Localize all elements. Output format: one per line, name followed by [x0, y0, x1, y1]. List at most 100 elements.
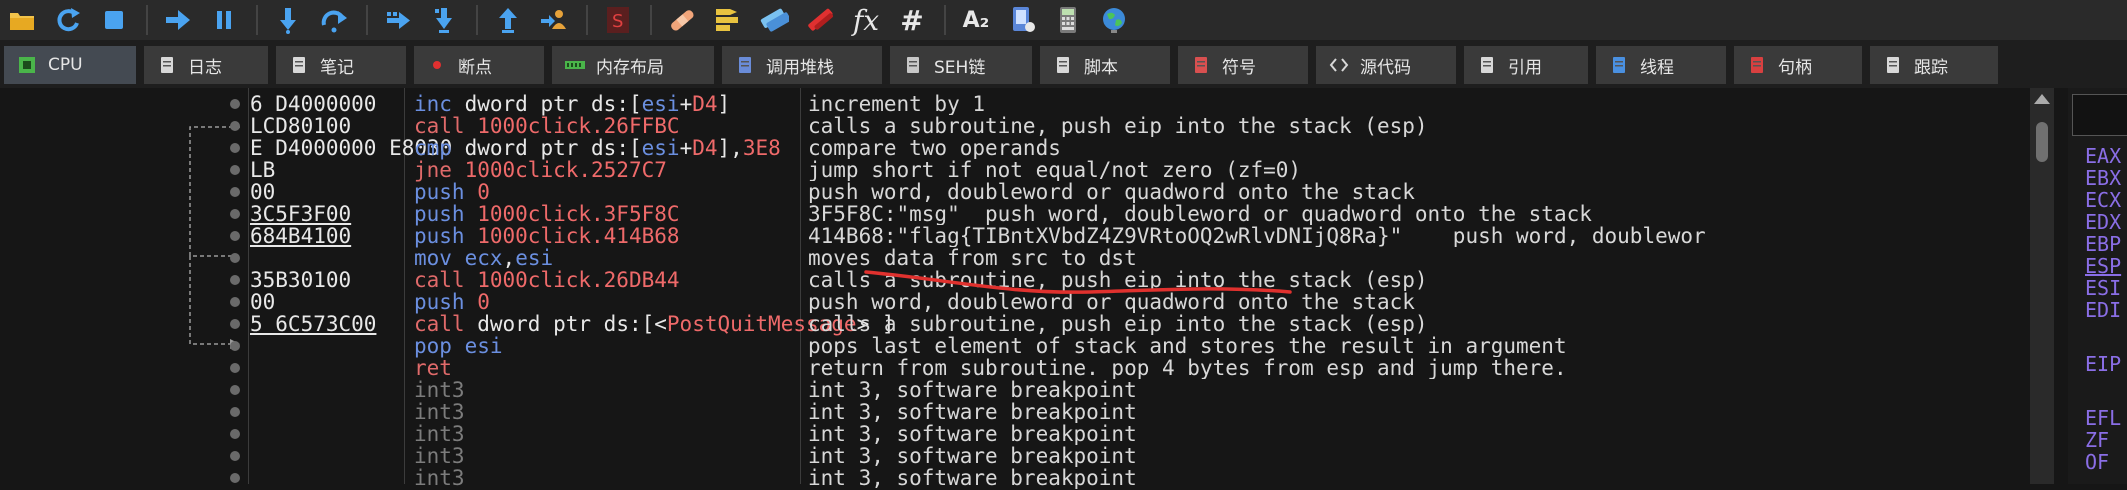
disassembly-row[interactable]: mov ecx,esi — [414, 247, 553, 269]
comment-cell[interactable]: compare two operands — [808, 137, 2026, 159]
comment-cell[interactable]: calls a subroutine, push eip into the st… — [808, 313, 2026, 335]
disassembly-row[interactable]: cmp dword ptr ds:[esi+D4],3E8 — [414, 137, 781, 159]
comment-cell[interactable]: int 3, software breakpoint — [808, 401, 2026, 423]
tab-source[interactable]: 源代码 — [1316, 46, 1456, 84]
breakpoint-gutter-dot[interactable] — [230, 231, 240, 241]
breakpoint-gutter-dot[interactable] — [230, 253, 240, 263]
register-ebx[interactable]: EBX — [2085, 166, 2121, 190]
breakpoint-gutter-dot[interactable] — [230, 165, 240, 175]
disassembly-row[interactable]: call 1000click.26DB44 — [414, 269, 680, 291]
patch-button[interactable] — [660, 2, 704, 38]
comment-cell[interactable]: 3F5F8C:"msg" push word, doubleword or qu… — [808, 203, 2026, 225]
comment-cell[interactable]: int 3, software breakpoint — [808, 379, 2026, 401]
disassembly-row[interactable]: int3 — [414, 379, 465, 401]
breakpoint-gutter-dot[interactable] — [230, 187, 240, 197]
comments-button[interactable] — [706, 2, 750, 38]
breakpoint-gutter-dot[interactable] — [230, 429, 240, 439]
run-button[interactable] — [156, 2, 200, 38]
register-zf[interactable]: ZF — [2085, 428, 2109, 452]
tab-symbols[interactable]: 符号 — [1178, 46, 1308, 84]
execute-till-return-button[interactable] — [486, 2, 530, 38]
breakpoint-gutter-dot[interactable] — [230, 319, 240, 329]
breakpoint-gutter-dot[interactable] — [230, 209, 240, 219]
hash-button[interactable]: # — [890, 2, 934, 38]
tab-threads[interactable]: 线程 — [1596, 46, 1726, 84]
register-ebp[interactable]: EBP — [2085, 232, 2121, 256]
tab-script[interactable]: 脚本 — [1040, 46, 1170, 84]
disassembly-row[interactable]: inc dword ptr ds:[esi+D4] — [414, 93, 730, 115]
register-esp[interactable]: ESP — [2085, 254, 2121, 278]
comment-cell[interactable]: return from subroutine. pop 4 bytes from… — [808, 357, 2026, 379]
disassembly-row[interactable]: ret — [414, 357, 452, 379]
register-esi[interactable]: ESI — [2085, 276, 2121, 300]
bytes-cell[interactable]: 6 D4000000 — [250, 93, 376, 115]
register-efl[interactable]: EFL — [2085, 406, 2121, 430]
tab-call-stack[interactable]: 调用堆栈 — [722, 46, 882, 84]
disassembly-row[interactable]: jne 1000click.2527C7 — [414, 159, 667, 181]
tab-references[interactable]: 引用 — [1464, 46, 1588, 84]
breakpoint-gutter-dot[interactable] — [230, 275, 240, 285]
register-ecx[interactable]: ECX — [2085, 188, 2121, 212]
calculator-button[interactable] — [1046, 2, 1090, 38]
disassembly-row[interactable]: push 1000click.3F5F8C — [414, 203, 680, 225]
function-button[interactable]: fx — [844, 2, 888, 38]
comment-cell[interactable]: increment by 1 — [808, 93, 2026, 115]
breakpoint-gutter-dot[interactable] — [230, 385, 240, 395]
restart-button[interactable] — [46, 2, 90, 38]
step-into-button[interactable] — [266, 2, 310, 38]
bytes-cell[interactable]: 00 — [250, 291, 275, 313]
scroll-thumb[interactable] — [2036, 122, 2048, 162]
comment-cell[interactable]: jump short if not equal/not zero (zf=0) — [808, 159, 2026, 181]
bytes-cell[interactable]: 3C5F3F00 — [250, 203, 351, 225]
tab-breakpoint[interactable]: 断点 — [414, 46, 544, 84]
trace-over-button[interactable] — [422, 2, 466, 38]
breakpoint-gutter-dot[interactable] — [230, 99, 240, 109]
breakpoint-gutter-dot[interactable] — [230, 451, 240, 461]
breakpoint-gutter-dot[interactable] — [230, 473, 240, 483]
disassembly-row[interactable]: int3 — [414, 467, 465, 489]
tab-handles[interactable]: 句柄 — [1734, 46, 1862, 84]
register-of[interactable]: OF — [2085, 450, 2109, 474]
breakpoint-gutter-dot[interactable] — [230, 143, 240, 153]
comment-cell[interactable]: 414B68:"flag{TIBntXVbdZ4Z9VRtoOQ2wRlvDNI… — [808, 225, 2026, 247]
breakpoint-gutter-dot[interactable] — [230, 407, 240, 417]
tab-memory-map[interactable]: 内存布局 — [552, 46, 714, 84]
scylla-button[interactable]: S — [596, 2, 640, 38]
breakpoint-gutter-dot[interactable] — [230, 297, 240, 307]
breakpoint-gutter-dot[interactable] — [230, 121, 240, 131]
breakpoint-gutter-dot[interactable] — [230, 341, 240, 351]
register-eax[interactable]: EAX — [2085, 144, 2121, 168]
disassembly-row[interactable]: push 0 — [414, 181, 490, 203]
scroll-up-icon[interactable] — [2034, 94, 2050, 104]
tab-seh-chain[interactable]: SEH链 — [890, 46, 1032, 84]
bytes-cell[interactable]: 684B4100 — [250, 225, 351, 247]
comment-cell[interactable]: pops last element of stack and stores th… — [808, 335, 2026, 357]
step-over-button[interactable] — [312, 2, 356, 38]
stop-button[interactable] — [92, 2, 136, 38]
comment-cell[interactable]: int 3, software breakpoint — [808, 423, 2026, 445]
device-button[interactable] — [1000, 2, 1044, 38]
open-folder-button[interactable] — [0, 2, 44, 38]
disassembly-row[interactable]: int3 — [414, 445, 465, 467]
disassembly-row[interactable]: int3 — [414, 423, 465, 445]
font-button[interactable]: A₂ — [954, 2, 998, 38]
tab-log[interactable]: 日志 — [144, 46, 268, 84]
disassembly-row[interactable]: push 1000click.414B68 — [414, 225, 680, 247]
run-to-user-code-button[interactable] — [532, 2, 576, 38]
disassembly-row[interactable]: int3 — [414, 401, 465, 423]
comment-cell[interactable]: push word, doubleword or quadword onto t… — [808, 181, 2026, 203]
register-edx[interactable]: EDX — [2085, 210, 2121, 234]
labels-button[interactable] — [752, 2, 796, 38]
comment-cell[interactable]: calls a subroutine, push eip into the st… — [808, 115, 2026, 137]
comment-cell[interactable]: int 3, software breakpoint — [808, 445, 2026, 467]
bytes-cell[interactable]: 00 — [250, 181, 275, 203]
bytes-cell[interactable]: 5 6C573C00 — [250, 313, 376, 335]
bookmarks-button[interactable] — [798, 2, 842, 38]
disassembly-row[interactable]: push 0 — [414, 291, 490, 313]
comment-cell[interactable]: int 3, software breakpoint — [808, 467, 2026, 489]
register-edi[interactable]: EDI — [2085, 298, 2121, 322]
disassembly-row[interactable]: call 1000click.26FFBC — [414, 115, 680, 137]
register-eip[interactable]: EIP — [2085, 352, 2121, 376]
tab-cpu[interactable]: CPU — [4, 46, 136, 84]
tab-trace[interactable]: 跟踪 — [1870, 46, 1998, 84]
